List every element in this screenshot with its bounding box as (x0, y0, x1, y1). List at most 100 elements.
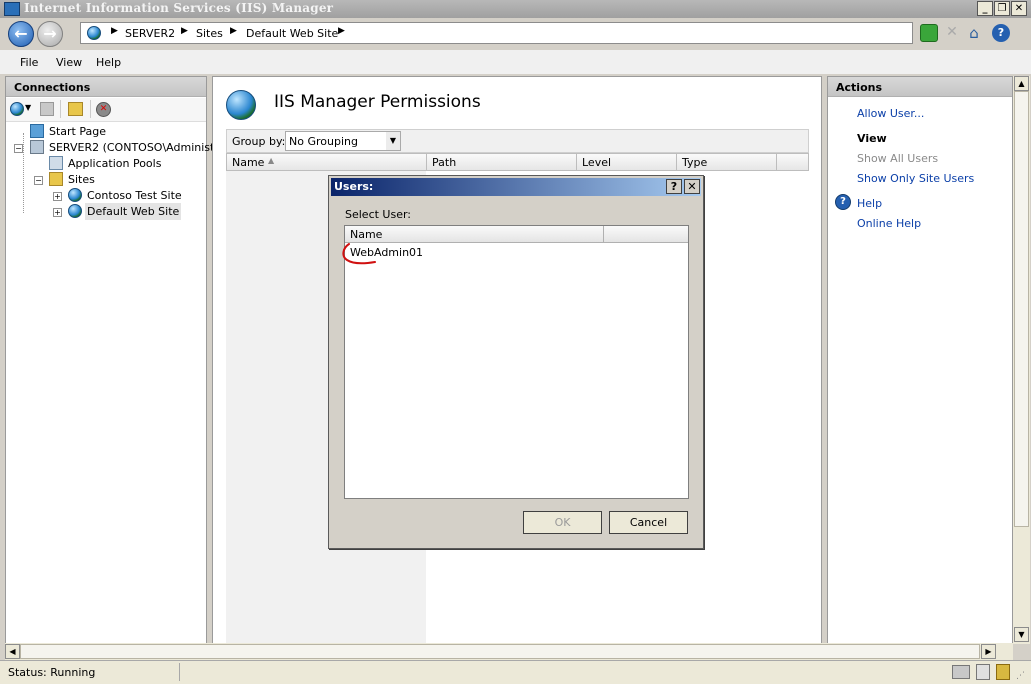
maximize-button[interactable]: ❐ (994, 1, 1010, 16)
view-section-header: View (857, 132, 887, 145)
column-name[interactable]: Name (232, 156, 264, 169)
dialog-title-bar: Users: ? ✕ (331, 178, 701, 196)
chevron-right-icon[interactable]: ▶ (338, 26, 345, 36)
dialog-close-button[interactable]: ✕ (684, 179, 700, 194)
tree-default-web-site[interactable]: Default Web Site (85, 203, 182, 220)
forward-button[interactable]: → (37, 21, 63, 47)
cancel-button[interactable]: Cancel (609, 511, 688, 534)
resize-grip-icon[interactable]: ⋰ (1016, 671, 1025, 681)
online-help-link[interactable]: Online Help (857, 217, 921, 230)
chevron-right-icon[interactable]: ▶ (230, 26, 237, 36)
group-by-bar: Group by: No Grouping ▼ (226, 129, 809, 153)
chevron-right-icon[interactable]: ▶ (181, 26, 188, 36)
group-by-select[interactable]: No Grouping ▼ (285, 131, 401, 151)
horizontal-scrollbar[interactable]: ◀ ▶ (5, 643, 1013, 660)
chevron-right-icon[interactable]: ▶ (111, 26, 118, 36)
menu-help[interactable]: Help (96, 56, 121, 69)
status-bar: Status: Running ⋰ (0, 660, 1031, 684)
show-all-users-link[interactable]: Show All Users (857, 152, 938, 165)
column-divider[interactable] (576, 154, 577, 170)
server-icon (30, 140, 44, 154)
breadcrumb-default-web-site[interactable]: Default Web Site (246, 27, 338, 40)
page-title: IIS Manager Permissions (274, 92, 481, 112)
tree-sites[interactable]: Sites (68, 173, 95, 186)
column-divider[interactable] (426, 154, 427, 170)
iis-app-icon (4, 2, 20, 16)
network-icon (952, 665, 970, 679)
expand-icon[interactable]: + (53, 192, 62, 201)
vertical-scroll-thumb[interactable] (1014, 91, 1029, 527)
permissions-globe-icon (226, 90, 256, 120)
save-icon[interactable] (40, 102, 54, 116)
user-icon (976, 664, 990, 680)
column-divider[interactable] (776, 154, 777, 170)
status-text: Status: Running (8, 666, 96, 679)
dialog-help-button[interactable]: ? (666, 179, 682, 194)
tree-contoso-test-site[interactable]: Contoso Test Site (87, 189, 182, 202)
breadcrumb-server[interactable]: SERVER2 (125, 27, 175, 40)
connections-header: Connections (6, 77, 206, 97)
status-divider (179, 663, 180, 681)
annotation-mark (342, 243, 376, 265)
stop-icon[interactable]: ✕ (943, 24, 961, 42)
tree-server[interactable]: SERVER2 (CONTOSO\Administra (49, 141, 226, 154)
tree-line (23, 133, 24, 213)
permissions-grid-header: Name ▲ Path Level Type (226, 153, 809, 171)
app-pools-icon (49, 156, 63, 170)
tree-start-page[interactable]: Start Page (49, 125, 106, 138)
scroll-down-icon[interactable]: ▼ (1014, 627, 1029, 642)
refresh-icon[interactable] (920, 24, 938, 42)
chevron-down-icon[interactable]: ▼ (25, 103, 31, 112)
column-path[interactable]: Path (432, 156, 456, 169)
title-bar: Internet Information Services (IIS) Mana… (0, 0, 1031, 18)
disconnect-icon[interactable]: ✕ (96, 102, 111, 117)
chevron-down-icon[interactable]: ▼ (386, 132, 400, 150)
tree-application-pools[interactable]: Application Pools (68, 157, 161, 170)
menu-bar: File View Help (0, 50, 1031, 74)
column-type[interactable]: Type (682, 156, 707, 169)
minimize-button[interactable]: _ (977, 1, 993, 16)
column-level[interactable]: Level (582, 156, 611, 169)
users-dialog: Users: ? ✕ Select User: Name WebAdmin01 … (328, 175, 704, 549)
column-divider[interactable] (676, 154, 677, 170)
menu-view[interactable]: View (56, 56, 82, 69)
dialog-title: Users: (334, 180, 374, 193)
actions-header: Actions (828, 77, 1012, 97)
scroll-left-icon[interactable]: ◀ (5, 644, 20, 659)
lock-icon (996, 664, 1010, 680)
back-button[interactable]: ← (8, 21, 34, 47)
forward-arrow-icon: → (43, 24, 57, 43)
user-list-header: Name (345, 226, 688, 243)
toolbar-divider (60, 100, 61, 118)
help-link[interactable]: Help (857, 197, 882, 210)
show-only-site-users-link[interactable]: Show Only Site Users (857, 172, 974, 185)
user-column-name[interactable]: Name (350, 228, 382, 241)
sort-ascending-icon: ▲ (268, 156, 275, 165)
globe-icon (87, 26, 101, 40)
scroll-right-icon[interactable]: ▶ (981, 644, 996, 659)
actions-panel: Actions Allow User... View Show All User… (827, 76, 1013, 644)
vertical-scrollbar[interactable]: ▲ ▼ (1013, 76, 1030, 644)
connect-icon[interactable] (10, 102, 24, 116)
horizontal-scroll-thumb[interactable] (20, 644, 980, 659)
start-page-icon (30, 124, 44, 138)
user-list[interactable]: Name WebAdmin01 (342, 225, 689, 499)
collapse-icon[interactable]: − (14, 144, 23, 153)
scroll-up-icon[interactable]: ▲ (1014, 76, 1029, 91)
close-button[interactable]: ✕ (1011, 1, 1027, 16)
collapse-icon[interactable]: − (34, 176, 43, 185)
address-bar[interactable]: ▶ SERVER2 ▶ Sites ▶ Default Web Site ▶ (80, 22, 913, 44)
group-by-value: No Grouping (289, 135, 358, 148)
connections-panel: Connections ▼ ✕ Start Page − SERVER2 (CO… (5, 76, 226, 644)
allow-user-link[interactable]: Allow User... (857, 107, 924, 120)
sites-folder-icon (49, 172, 63, 186)
home-icon[interactable]: ⌂ (965, 24, 983, 42)
expand-icon[interactable]: + (53, 208, 62, 217)
navigation-bar: ← → ▶ SERVER2 ▶ Sites ▶ Default Web Site… (0, 18, 1031, 50)
menu-file[interactable]: File (20, 56, 38, 69)
ok-button[interactable]: OK (523, 511, 602, 534)
breadcrumb-sites[interactable]: Sites (196, 27, 223, 40)
column-divider[interactable] (603, 226, 604, 242)
help-icon[interactable]: ? (992, 24, 1010, 42)
up-folder-icon[interactable] (68, 102, 83, 116)
